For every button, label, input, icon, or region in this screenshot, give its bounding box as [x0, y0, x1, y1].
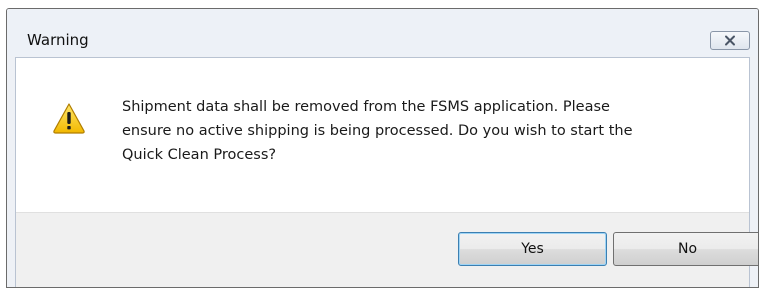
- message-area: Shipment data shall be removed from the …: [16, 58, 749, 212]
- message-line: Shipment data shall be removed from the …: [122, 99, 610, 115]
- button-bar: Yes No: [16, 212, 758, 287]
- warning-icon: [53, 103, 85, 134]
- dialog-client-area: Shipment data shall be removed from the …: [15, 57, 758, 287]
- yes-button[interactable]: Yes: [458, 232, 607, 266]
- title-bar[interactable]: Warning: [7, 9, 758, 56]
- warning-dialog: Warning Shipment data shall be removed f…: [6, 8, 759, 288]
- message-line: Quick Clean Process?: [122, 147, 277, 163]
- message-line: ensure no active shipping is being proce…: [122, 123, 633, 139]
- window-title: Warning: [27, 31, 89, 49]
- close-button[interactable]: [710, 31, 750, 50]
- dialog-message: Shipment data shall be removed from the …: [122, 95, 722, 167]
- no-button[interactable]: No: [613, 232, 758, 266]
- close-icon: [725, 35, 735, 46]
